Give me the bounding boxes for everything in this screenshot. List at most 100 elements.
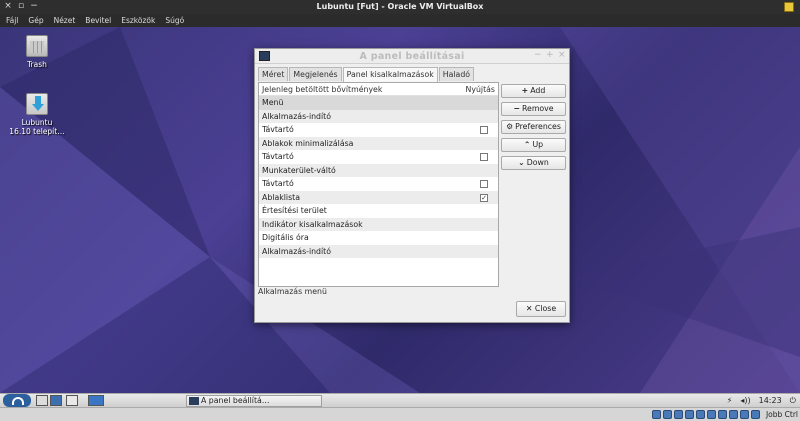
list-item-label: Alkalmazás-indító [262,111,331,121]
close-button[interactable]: ✕ Close [516,301,566,317]
list-item[interactable]: Munkaterület-váltó [259,163,498,177]
list-item-label: Alkalmazás-indító [262,246,331,256]
mouse-integration-icon[interactable] [740,410,749,419]
tab-panel-applets[interactable]: Panel kisalkalmazások [342,67,438,82]
dialog-titlebar[interactable]: A panel beállításai − + × [255,49,569,64]
preferences-button[interactable]: ⚙ Preferences [501,120,566,134]
plugin-description: Alkalmazás menü [258,287,327,296]
tab-bar: Méret Megjelenés Panel kisalkalmazások H… [258,67,475,82]
list-item[interactable]: Távtartó [259,123,498,137]
power-icon[interactable]: ⏻ [790,395,796,407]
menu-machine[interactable]: Gép [28,14,43,27]
vbox-statusbar: Jobb Ctrl [0,407,800,421]
menu-help[interactable]: Súgó [165,14,184,27]
side-buttons: + Add − Remove ⚙ Preferences ⌃ Up ⌄ Down [501,84,566,174]
desktop-icon-install[interactable]: Lubuntu 16.10 telepít… [2,93,72,136]
browser-icon[interactable] [50,395,62,406]
list-item-label: Ablaklista [262,192,300,202]
panel-settings-dialog: A panel beállításai − + × Méret Megjelen… [254,48,570,323]
menu-input[interactable]: Bevitel [85,14,111,27]
chevron-down-icon: ⌄ [518,158,525,167]
list-item[interactable]: Ablaklista ✓ [259,190,498,204]
arrow-icon[interactable] [751,410,760,419]
list-item[interactable]: Menü [259,96,498,110]
list-item-label: Digitális óra [262,233,309,242]
minimize-icon[interactable]: − [534,50,542,60]
list-header: Jelenleg betöltött bővítmények Nyújtás [259,83,498,96]
device-indicators [652,410,760,419]
list-item[interactable]: Távtartó [259,177,498,191]
list-item-label: Távtartó [262,179,294,188]
monitor-icon [189,397,199,405]
down-button[interactable]: ⌄ Down [501,156,566,170]
battery-icon[interactable]: ⚡ [727,395,733,407]
audio-icon[interactable] [674,410,683,419]
list-item-label: Menü [262,98,284,107]
column-header-stretch: Nyújtás [465,85,495,94]
chevron-up-icon: ⌃ [523,140,531,149]
stretch-checkbox[interactable] [480,153,488,161]
stretch-checkbox-checked[interactable]: ✓ [480,193,488,202]
trash-icon [26,35,48,57]
menu-devices[interactable]: Eszközök [121,14,155,27]
video-capture-icon[interactable] [718,410,727,419]
hard-disk-icon[interactable] [729,410,738,419]
menu-file[interactable]: Fájl [6,14,18,27]
host-key-label: Jobb Ctrl [765,410,798,419]
list-item-label: Indikátor kisalkalmazások [262,219,363,229]
task-label: A panel beállítá… [201,396,270,405]
file-manager-icon[interactable] [36,395,48,406]
optical-drive-icon[interactable] [652,410,661,419]
usb-icon[interactable] [663,410,672,419]
display-icon[interactable] [707,410,716,419]
remove-button-label: Remove [521,104,554,113]
dialog-title: A panel beállításai [359,51,465,62]
list-item[interactable]: Távtartó [259,150,498,164]
clock[interactable]: 14:23 [759,395,782,407]
vbox-window-title: Lubuntu [Fut] - Oracle VM VirtualBox [316,2,484,11]
up-button[interactable]: ⌃ Up [501,138,566,152]
desktop-icon-label: Lubuntu 16.10 telepít… [9,118,65,136]
list-item-label: Értesítési terület [262,206,327,215]
vbox-menubar: Fájl Gép Nézet Bevitel Eszközök Súgó [0,14,800,27]
shared-folders-icon[interactable] [696,410,705,419]
taskbar: A panel beállítá… ⚡ ◂)) 14:23 ⏻ [0,393,800,407]
list-item-label: Ablakok minimalizálása [262,138,354,148]
list-item[interactable]: Ablakok minimalizálása [259,136,498,150]
start-menu-icon[interactable] [3,394,31,407]
minimize-all-icon[interactable] [66,395,78,406]
down-button-label: Down [526,158,549,167]
list-item[interactable]: Digitális óra [259,231,498,245]
desktop-icon-trash[interactable]: Trash [2,35,72,69]
tab-appearance[interactable]: Megjelenés [289,67,342,81]
add-button[interactable]: + Add [501,84,566,98]
virtualbox-icon [784,2,794,12]
volume-icon[interactable]: ◂)) [740,395,750,407]
list-item[interactable]: Indikátor kisalkalmazások [259,217,498,231]
tab-size[interactable]: Méret [258,67,289,81]
menu-view[interactable]: Nézet [54,14,76,27]
workspace-switcher-icon[interactable] [88,395,104,406]
system-tray: ⚡ ◂)) 14:23 ⏻ [727,395,796,407]
desktop-icon-label: Trash [27,60,47,69]
list-item-label: Munkaterület-váltó [262,165,336,175]
maximize-icon[interactable]: + [546,50,554,60]
add-button-label: Add [530,86,546,95]
network-icon[interactable] [685,410,694,419]
list-item[interactable]: Alkalmazás-indító [259,244,498,258]
column-header-plugins: Jelenleg betöltött bővítmények [262,85,383,94]
tab-advanced[interactable]: Haladó [438,67,475,81]
stretch-checkbox[interactable] [480,126,488,134]
list-item-label: Távtartó [262,152,294,161]
remove-button[interactable]: − Remove [501,102,566,116]
task-panel-settings[interactable]: A panel beállítá… [186,395,322,407]
stretch-checkbox[interactable] [480,180,488,188]
list-item[interactable]: Értesítési terület [259,204,498,218]
list-item[interactable]: Alkalmazás-indító [259,109,498,123]
close-icon[interactable]: × [558,50,566,60]
gear-icon: ⚙ [506,122,514,131]
install-icon [26,93,48,115]
list-item-label: Távtartó [262,125,294,134]
plugin-list[interactable]: Jelenleg betöltött bővítmények Nyújtás M… [258,82,499,287]
close-button-label: Close [534,304,557,313]
